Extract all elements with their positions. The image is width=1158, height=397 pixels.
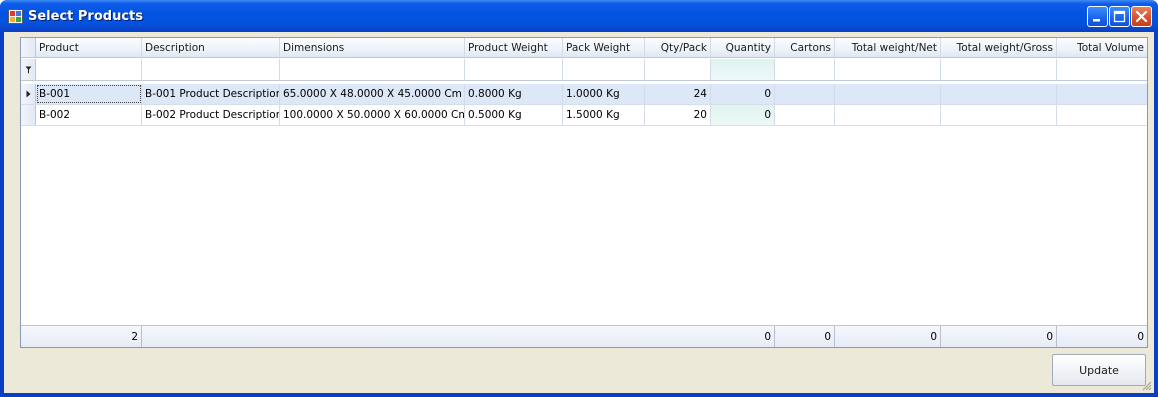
summary-quantity: 0 xyxy=(711,326,775,347)
cell-total-weight-net[interactable] xyxy=(835,84,941,104)
cell-total-volume[interactable] xyxy=(1057,84,1147,104)
title-bar[interactable]: Select Products xyxy=(0,0,1158,32)
cell-qty-pack[interactable]: 20 xyxy=(645,105,711,125)
filter-cell-pack-weight[interactable] xyxy=(563,59,645,80)
cell-product-weight[interactable]: 0.8000 Kg xyxy=(465,84,563,104)
filter-icon xyxy=(25,66,31,73)
cell-quantity[interactable]: 0 xyxy=(711,84,775,104)
cell-dimensions[interactable]: 100.0000 X 50.0000 X 60.0000 Cm xyxy=(280,105,465,125)
column-header-total-volume[interactable]: Total Volume xyxy=(1057,38,1147,57)
table-row[interactable]: B-001 B-001 Product Description 65.0000 … xyxy=(21,84,1147,105)
form-client-area: Product Description Dimensions Product W… xyxy=(4,32,1154,393)
column-header-product[interactable]: Product xyxy=(36,38,142,57)
app-icon xyxy=(8,9,23,24)
cell-total-weight-gross[interactable] xyxy=(941,84,1057,104)
update-button[interactable]: Update xyxy=(1052,354,1146,386)
close-icon xyxy=(1135,10,1148,23)
select-products-window: Select Products Product Description Dime… xyxy=(0,0,1158,397)
filter-cell-cartons[interactable] xyxy=(775,59,835,80)
cell-product[interactable]: B-001 xyxy=(36,84,142,104)
summary-cartons: 0 xyxy=(775,326,835,347)
minimize-icon xyxy=(1093,19,1100,22)
filter-cell-qty-pack[interactable] xyxy=(645,59,711,80)
products-grid[interactable]: Product Description Dimensions Product W… xyxy=(20,37,1148,348)
column-header-cartons[interactable]: Cartons xyxy=(775,38,835,57)
row-indicator[interactable] xyxy=(21,105,36,125)
cell-pack-weight[interactable]: 1.5000 Kg xyxy=(563,105,645,125)
current-row-arrow-icon xyxy=(26,90,30,98)
filter-cell-dimensions[interactable] xyxy=(280,59,465,80)
filter-cell-quantity[interactable] xyxy=(711,59,775,80)
column-header-total-weight-net[interactable]: Total weight/Net xyxy=(835,38,941,57)
grid-header-row: Product Description Dimensions Product W… xyxy=(21,38,1147,58)
header-corner-cell[interactable] xyxy=(21,38,36,57)
maximize-button[interactable] xyxy=(1109,6,1130,27)
table-row[interactable]: B-002 B-002 Product Description 100.0000… xyxy=(21,105,1147,126)
grid-filter-row xyxy=(21,59,1147,81)
column-header-description[interactable]: Description xyxy=(142,38,280,57)
column-header-qty-pack[interactable]: Qty/Pack xyxy=(645,38,711,57)
cell-description[interactable]: B-002 Product Description xyxy=(142,105,280,125)
column-header-pack-weight[interactable]: Pack Weight xyxy=(563,38,645,57)
cell-dimensions[interactable]: 65.0000 X 48.0000 X 45.0000 Cm xyxy=(280,84,465,104)
cell-cartons[interactable] xyxy=(775,105,835,125)
summary-total-weight-gross: 0 xyxy=(941,326,1057,347)
column-header-quantity[interactable]: Quantity xyxy=(711,38,775,57)
cell-product-weight[interactable]: 0.5000 Kg xyxy=(465,105,563,125)
cell-qty-pack[interactable]: 24 xyxy=(645,84,711,104)
minimize-button[interactable] xyxy=(1087,6,1108,27)
filter-cell-description[interactable] xyxy=(142,59,280,80)
cell-description[interactable]: B-001 Product Description xyxy=(142,84,280,104)
cell-total-volume[interactable] xyxy=(1057,105,1147,125)
summary-spacer xyxy=(142,326,711,347)
grid-summary-row: 2 0 0 0 0 0 xyxy=(21,325,1147,347)
cell-quantity[interactable]: 0 xyxy=(711,105,775,125)
filter-cell-total-volume[interactable] xyxy=(1057,59,1147,80)
window-title: Select Products xyxy=(28,9,143,24)
summary-total-volume: 0 xyxy=(1057,326,1147,347)
column-header-product-weight[interactable]: Product Weight xyxy=(465,38,563,57)
cell-product[interactable]: B-002 xyxy=(36,105,142,125)
cell-total-weight-net[interactable] xyxy=(835,105,941,125)
column-header-dimensions[interactable]: Dimensions xyxy=(280,38,465,57)
maximize-icon xyxy=(1113,10,1126,23)
row-indicator[interactable] xyxy=(21,84,36,104)
cell-cartons[interactable] xyxy=(775,84,835,104)
cell-total-weight-gross[interactable] xyxy=(941,105,1057,125)
close-button[interactable] xyxy=(1131,6,1152,27)
column-header-total-weight-gross[interactable]: Total weight/Gross xyxy=(941,38,1057,57)
summary-row-count: 2 xyxy=(21,326,142,347)
resize-grip-icon[interactable] xyxy=(1140,379,1152,391)
filter-cell-product[interactable] xyxy=(36,59,142,80)
filter-cell-product-weight[interactable] xyxy=(465,59,563,80)
filter-cell-total-weight-gross[interactable] xyxy=(941,59,1057,80)
summary-total-weight-net: 0 xyxy=(835,326,941,347)
filter-row-indicator[interactable] xyxy=(21,59,36,80)
cell-pack-weight[interactable]: 1.0000 Kg xyxy=(563,84,645,104)
filter-cell-total-weight-net[interactable] xyxy=(835,59,941,80)
